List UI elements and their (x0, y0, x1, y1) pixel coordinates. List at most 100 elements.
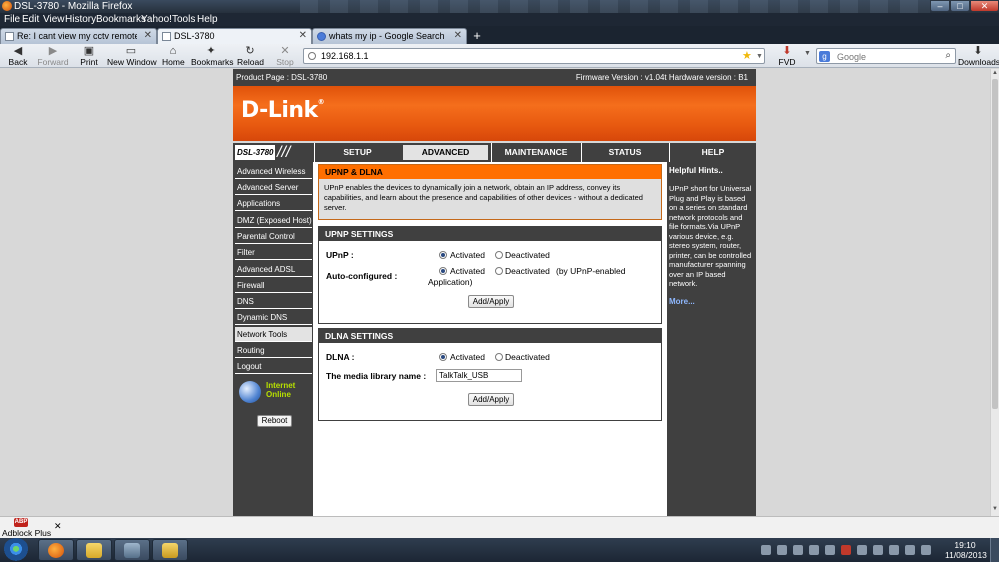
router-page: Product Page : DSL-3780 Firmware Version… (233, 69, 756, 516)
auto-configured-note-cont: Application) (428, 277, 473, 287)
minimize-button[interactable]: – (930, 0, 950, 12)
tray-icon[interactable] (857, 545, 867, 555)
menu-tools[interactable]: Tools (172, 13, 195, 26)
sidebar-item-logout[interactable]: Logout (235, 359, 312, 374)
auto-deactivated-radio[interactable] (495, 267, 503, 275)
radio-label: Activated (450, 352, 485, 362)
new-tab-button[interactable]: + (469, 29, 485, 43)
fvd-button[interactable]: ⬇ FVD (777, 45, 797, 67)
upnp-deactivated-radio[interactable] (495, 251, 503, 259)
reload-button[interactable]: ↻ Reload (237, 45, 264, 67)
tray-icon[interactable] (777, 545, 787, 555)
menu-help[interactable]: Help (197, 13, 218, 26)
bookmarks-button[interactable]: ✦ Bookmarks (191, 45, 234, 67)
tab-bar: Re: I cant view my cctv remotely sinc...… (0, 26, 999, 44)
tray-icon[interactable] (841, 545, 851, 555)
tray-icon[interactable] (761, 545, 771, 555)
sidebar-item-dns[interactable]: DNS (235, 294, 312, 309)
dlna-deactivated-radio[interactable] (495, 353, 503, 361)
system-clock[interactable]: 19:10 11/08/2013 (945, 540, 987, 560)
sidebar-item-routing[interactable]: Routing (235, 343, 312, 358)
sidebar-item-firewall[interactable]: Firewall (235, 278, 312, 293)
show-desktop-button[interactable] (990, 538, 999, 562)
dlink-logo: D-Link® (241, 98, 325, 123)
navigation-toolbar: ◀ Back ▶ Forward ▣ Print ▭ New Window ⌂ … (0, 44, 999, 68)
address-bar[interactable]: 192.168.1.1 ★ ▼ (303, 48, 765, 64)
upnp-apply-button[interactable]: Add/Apply (468, 295, 514, 308)
adblock-icon[interactable]: ABP (14, 518, 28, 527)
search-box[interactable]: g ⌕ (816, 48, 956, 64)
back-arrow-icon: ◀ (13, 45, 23, 57)
sidebar-item-dmz[interactable]: DMZ (Exposed Host) (235, 213, 312, 228)
sidebar-item-advanced-wireless[interactable]: Advanced Wireless (235, 164, 312, 179)
close-addon-bar-icon[interactable]: ✕ (54, 521, 62, 532)
downloads-button[interactable]: ⬇ Downloads (958, 45, 999, 67)
tray-icon[interactable] (889, 545, 899, 555)
media-library-input[interactable]: TalkTalk_USB (436, 369, 522, 382)
sidebar-item-parental-control[interactable]: Parental Control (235, 229, 312, 244)
bookmark-star-icon[interactable]: ★ (742, 49, 752, 63)
forward-button[interactable]: ▶ Forward (37, 45, 69, 67)
tray-icon[interactable] (793, 545, 803, 555)
tray-icon[interactable] (873, 545, 883, 555)
sidebar-item-advanced-adsl[interactable]: Advanced ADSL (235, 262, 312, 277)
nav-advanced[interactable]: ADVANCED (401, 143, 490, 162)
close-tab-icon[interactable]: ✕ (299, 30, 307, 41)
scrollbar-thumb[interactable] (992, 79, 998, 409)
new-window-button[interactable]: ▭ New Window (107, 45, 157, 67)
volume-icon[interactable] (921, 545, 931, 555)
reboot-button[interactable]: Reboot (257, 415, 292, 427)
menu-edit[interactable]: Edit (22, 13, 39, 26)
taskbar-explorer[interactable] (76, 539, 112, 561)
taskbar-app[interactable] (114, 539, 150, 561)
menu-yahoo[interactable]: Yahoo! (141, 13, 172, 26)
search-input[interactable] (837, 51, 937, 62)
sidebar-item-applications[interactable]: Applications (235, 196, 312, 211)
upnp-settings-section: UPNP SETTINGS UPnP : Activated Deactivat… (318, 226, 662, 324)
close-window-button[interactable]: ✕ (970, 0, 999, 12)
taskbar-firefox[interactable] (38, 539, 74, 561)
scroll-down-icon[interactable]: ▼ (991, 506, 999, 512)
nav-setup[interactable]: SETUP (314, 143, 400, 162)
network-icon[interactable] (905, 545, 915, 555)
adblock-label[interactable]: Adblock Plus (2, 528, 51, 538)
dlna-apply-button[interactable]: Add/Apply (468, 393, 514, 406)
menu-history[interactable]: History (65, 13, 96, 26)
scroll-up-icon[interactable]: ▲ (991, 70, 999, 76)
tray-icon[interactable] (809, 545, 819, 555)
menu-bookmarks[interactable]: Bookmarks (96, 13, 146, 26)
taskbar-folder[interactable] (152, 539, 188, 561)
vertical-scrollbar[interactable]: ▲ ▼ (990, 69, 999, 516)
search-icon[interactable]: ⌕ (945, 49, 951, 63)
tab-dsl3780[interactable]: DSL-3780 ✕ (157, 28, 312, 44)
tab-google[interactable]: whats my ip - Google Search ✕ (312, 28, 467, 44)
tab-cctv[interactable]: Re: I cant view my cctv remotely sinc...… (0, 28, 157, 44)
nav-maintenance[interactable]: MAINTENANCE (491, 143, 580, 162)
sidebar-item-advanced-server[interactable]: Advanced Server (235, 180, 312, 195)
sidebar-item-filter[interactable]: Filter (235, 245, 312, 260)
stop-button[interactable]: ✕ Stop (275, 45, 295, 67)
fvd-dropdown-icon[interactable]: ▼ (804, 50, 811, 57)
router-nav-bar: DSL-3780 /// SETUP ADVANCED MAINTENANCE … (233, 143, 756, 162)
nav-help[interactable]: HELP (669, 143, 756, 162)
menu-file[interactable]: File (4, 13, 20, 26)
hints-title: Helpful Hints.. (669, 166, 723, 175)
upnp-activated-radio[interactable] (439, 251, 447, 259)
dlna-activated-radio[interactable] (439, 353, 447, 361)
back-button[interactable]: ◀ Back (6, 45, 30, 67)
start-button[interactable] (3, 538, 29, 562)
close-tab-icon[interactable]: ✕ (454, 30, 462, 41)
nav-status[interactable]: STATUS (581, 143, 668, 162)
sidebar-item-dynamic-dns[interactable]: Dynamic DNS (235, 310, 312, 325)
sidebar-item-network-tools[interactable]: Network Tools (235, 327, 312, 342)
auto-activated-radio[interactable] (439, 267, 447, 275)
history-dropdown-icon[interactable]: ▼ (756, 50, 763, 63)
home-button[interactable]: ⌂ Home (162, 45, 185, 67)
tab-label: whats my ip - Google Search (329, 31, 445, 41)
tray-icon[interactable] (825, 545, 835, 555)
print-button[interactable]: ▣ Print (78, 45, 100, 67)
hints-more-link[interactable]: More... (669, 297, 754, 306)
menu-view[interactable]: View (43, 13, 65, 26)
maximize-button[interactable]: □ (950, 0, 970, 12)
close-tab-icon[interactable]: ✕ (144, 30, 152, 41)
